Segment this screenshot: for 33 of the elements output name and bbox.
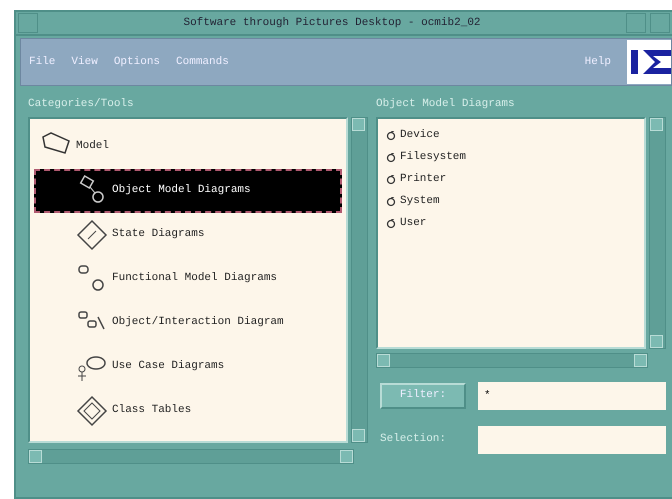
object-icon — [386, 218, 396, 228]
list-item[interactable]: Filesystem — [400, 149, 466, 166]
tree-item[interactable]: Class Tables — [34, 388, 342, 432]
selection-field[interactable] — [478, 426, 666, 454]
scrollbar[interactable] — [649, 116, 666, 348]
minimize-button[interactable] — [626, 13, 646, 33]
tree-item[interactable]: Object/Interaction Diagram — [34, 300, 342, 344]
panel-label: Categories/Tools — [28, 97, 135, 112]
list-item[interactable]: Device — [400, 127, 440, 144]
scrollbar[interactable] — [351, 116, 368, 442]
window-menu-button[interactable] — [18, 13, 38, 33]
tree-item[interactable]: State Diagrams — [34, 212, 342, 256]
list-item[interactable]: User — [400, 215, 426, 232]
tree-item[interactable]: Use Case Diagrams — [34, 344, 342, 388]
list-item[interactable]: System — [400, 193, 440, 210]
tree-item[interactable]: Model — [34, 124, 342, 168]
object-icon — [386, 174, 396, 184]
panel-label: Object Model Diagrams — [376, 97, 516, 112]
logo-icon — [627, 40, 671, 84]
tree-item[interactable]: Object Model Diagrams — [34, 168, 342, 212]
tree-item[interactable]: Functional Model Diagrams — [34, 256, 342, 300]
object-icon — [386, 130, 396, 140]
window-title: Software through Pictures Desktop - ocmib2_02 — [182, 16, 482, 31]
filter-field[interactable]: * — [478, 382, 666, 410]
object-icon — [386, 152, 396, 162]
object-icon — [386, 196, 396, 206]
scrollbar[interactable] — [376, 352, 648, 368]
scrollbar[interactable] — [28, 448, 354, 464]
selection-label: Selection: — [380, 432, 448, 448]
list-item[interactable]: Printer — [400, 171, 446, 188]
maximize-button[interactable] — [650, 13, 670, 33]
diamond-icon — [76, 394, 108, 426]
diamond-icon — [76, 218, 108, 250]
